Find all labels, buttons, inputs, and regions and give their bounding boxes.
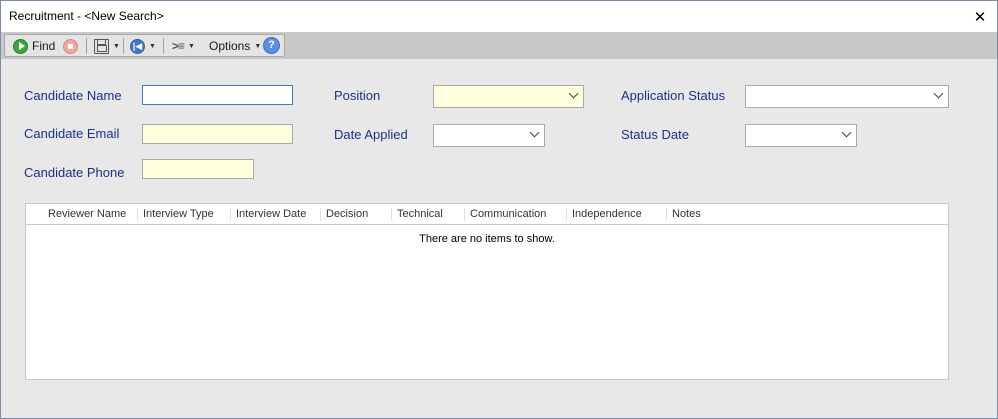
first-record-button[interactable]: |◀ ▼ [130,37,156,55]
stop-icon [63,38,78,54]
options-button[interactable]: Options ▼ [209,37,261,55]
grid-header: Reviewer Name Interview Type Interview D… [26,204,948,225]
chevron-down-icon: ▼ [188,42,195,50]
close-icon: ✕ [973,8,987,26]
candidate-phone-input[interactable] [142,159,254,179]
date-applied-label: Date Applied [334,127,408,142]
chevron-down-icon [529,127,540,138]
save-button[interactable]: ▼ [94,37,120,55]
help-button[interactable]: ? [263,36,280,54]
find-label: Find [32,39,56,53]
position-label: Position [334,88,381,103]
application-status-label: Application Status [621,88,726,103]
candidate-name-input[interactable] [142,85,293,105]
options-label: Options [209,39,251,53]
candidate-email-label: Candidate Email [24,126,120,141]
toolbar-separator [163,38,164,54]
column-header-notes[interactable]: Notes [666,204,701,225]
candidate-email-input[interactable] [142,124,293,144]
stop-button[interactable] [63,37,78,55]
date-applied-picker[interactable] [433,124,545,147]
toolbar: Find ▼ |◀ ▼ >≡ ▼ Options ▼ ? [1,32,997,59]
sort-order-icon: >≡ [172,39,185,53]
column-header-decision[interactable]: Decision [320,204,368,225]
column-header-reviewer-name[interactable]: Reviewer Name [42,204,126,225]
candidate-phone-label: Candidate Phone [24,165,125,180]
interview-grid[interactable]: Reviewer Name Interview Type Interview D… [25,203,949,380]
column-header-interview-date[interactable]: Interview Date [230,204,306,225]
chevron-down-icon [841,127,852,138]
help-icon: ? [263,36,280,54]
chevron-down-icon: ▼ [254,42,262,50]
chevron-down-icon [568,88,579,99]
application-status-select[interactable] [745,85,949,108]
save-icon [94,38,109,54]
column-header-technical[interactable]: Technical [391,204,443,225]
status-date-label: Status Date [621,127,689,142]
toolbar-separator [86,38,87,54]
chevron-down-icon: ▼ [149,42,156,50]
recruitment-window: Recruitment - <New Search> ✕ Find ▼ |◀ ▼ [0,0,998,419]
candidate-name-label: Candidate Name [24,88,122,103]
column-header-interview-type[interactable]: Interview Type [137,204,214,225]
chevron-down-icon [933,88,944,99]
window-title: Recruitment - <New Search> [9,9,164,23]
play-icon [13,38,28,54]
first-record-icon: |◀ [130,38,145,54]
close-button[interactable]: ✕ [963,1,997,32]
toolbar-separator [123,38,124,54]
title-bar: Recruitment - <New Search> ✕ [1,1,997,32]
toolbar-group: Find ▼ |◀ ▼ >≡ ▼ Options ▼ ? [4,34,285,57]
chevron-down-icon: ▼ [113,42,120,50]
sort-order-button[interactable]: >≡ ▼ [172,37,195,55]
column-header-communication[interactable]: Communication [464,204,546,225]
status-date-picker[interactable] [745,124,857,147]
column-header-independence[interactable]: Independence [566,204,642,225]
find-button[interactable]: Find [13,37,55,55]
position-select[interactable] [433,85,584,108]
empty-grid-message: There are no items to show. [419,233,555,245]
